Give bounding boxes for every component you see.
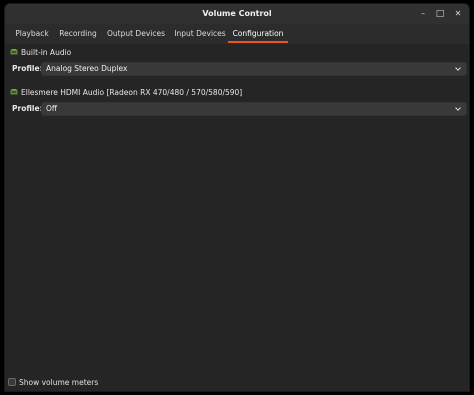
card-title-hdmi-audio: Ellesmere HDMI Audio [Radeon RX 470/480 … <box>10 87 242 99</box>
profile-label: Profile: <box>12 104 43 113</box>
title-bar[interactable]: Volume Control – □ ✕ <box>5 4 469 24</box>
close-icon[interactable]: ✕ <box>451 4 465 24</box>
tab-recording[interactable]: Recording <box>55 24 101 44</box>
tab-label: Recording <box>59 29 97 38</box>
configuration-panel: Built-in Audio Profile: Analog Stereo Du… <box>5 44 469 391</box>
card-title-builtin-audio: Built-in Audio <box>10 47 71 59</box>
tab-label: Output Devices <box>107 29 165 38</box>
active-tab-indicator <box>228 41 288 43</box>
minimize-icon[interactable]: – <box>416 4 430 24</box>
profile-select-builtin-audio[interactable]: Analog Stereo Duplex <box>41 62 467 76</box>
profile-select-value: Analog Stereo Duplex <box>46 64 128 73</box>
profile-select-hdmi-audio[interactable]: Off <box>41 102 467 116</box>
tab-configuration[interactable]: Configuration <box>228 24 288 44</box>
tab-label: Input Devices <box>174 29 226 38</box>
window-title: Volume Control <box>202 9 272 18</box>
card-name: Ellesmere HDMI Audio [Radeon RX 470/480 … <box>21 88 243 97</box>
tab-playback[interactable]: Playback <box>11 24 53 44</box>
sound-card-icon <box>10 49 18 55</box>
volume-control-window: Volume Control – □ ✕ Playback Recording … <box>4 3 470 392</box>
tab-input-devices[interactable]: Input Devices <box>171 24 229 44</box>
card-name: Built-in Audio <box>21 48 72 57</box>
tab-label: Playback <box>15 29 49 38</box>
show-volume-meters-checkbox[interactable] <box>8 378 16 386</box>
tab-bar: Playback Recording Output Devices Input … <box>5 24 469 44</box>
profile-label: Profile: <box>12 64 43 73</box>
tab-output-devices[interactable]: Output Devices <box>104 24 168 44</box>
chevron-down-icon <box>455 107 461 111</box>
tab-label: Configuration <box>232 29 284 38</box>
sound-card-icon <box>10 89 18 95</box>
show-volume-meters-label: Show volume meters <box>19 378 99 387</box>
profile-select-value: Off <box>46 104 58 113</box>
maximize-icon[interactable]: □ <box>433 4 447 24</box>
show-volume-meters-toggle[interactable]: Show volume meters <box>8 377 98 389</box>
chevron-down-icon <box>455 67 461 71</box>
